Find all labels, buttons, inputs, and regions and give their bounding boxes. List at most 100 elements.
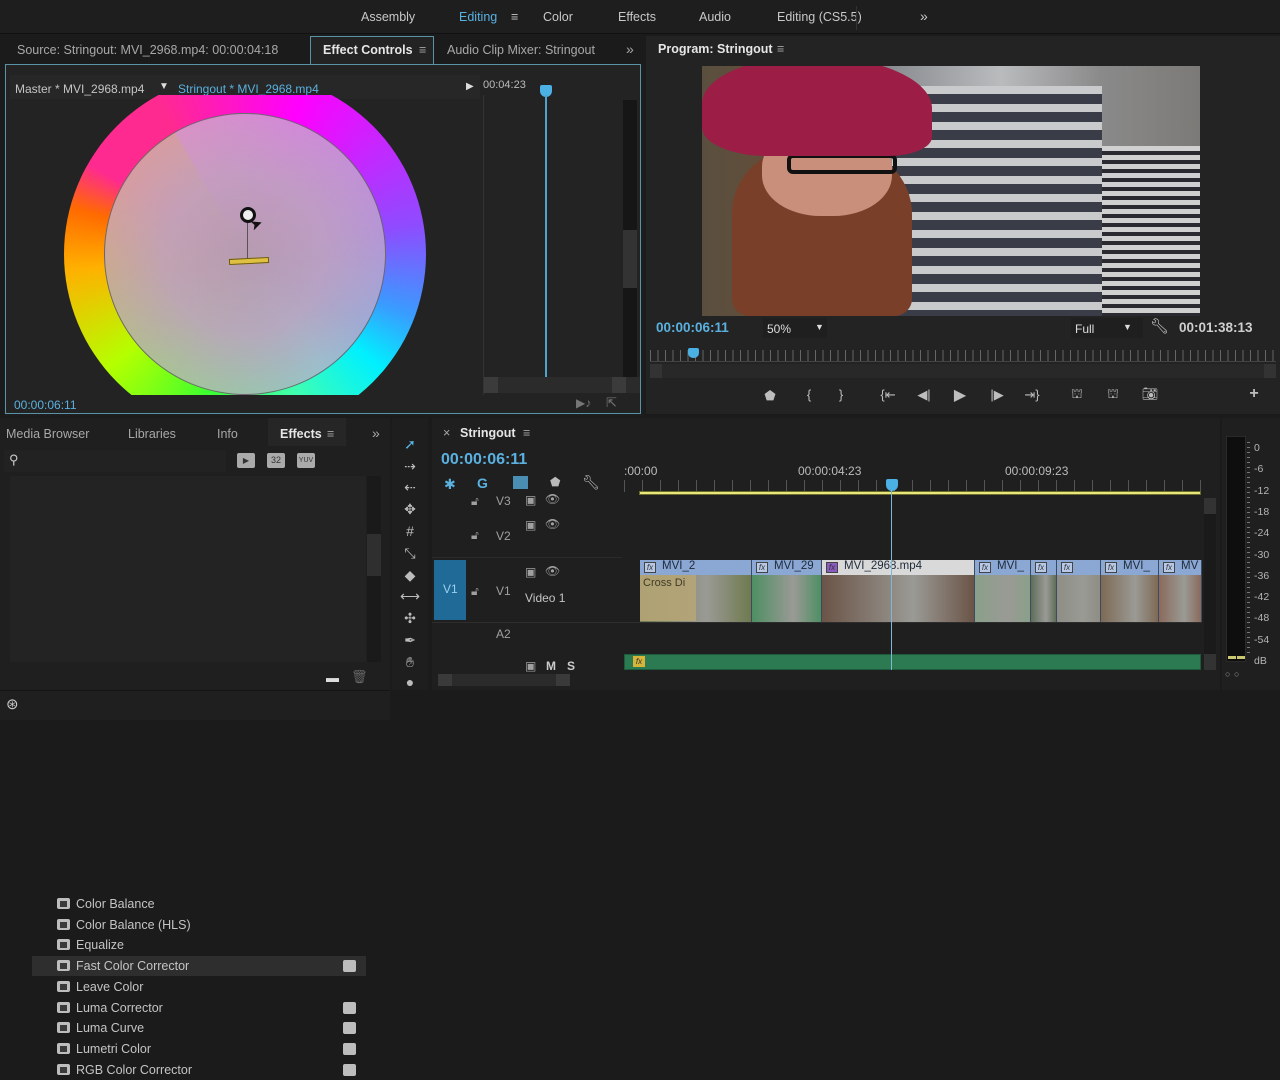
tab-stringout[interactable]: Stringout: [460, 426, 516, 440]
selection-tool-icon[interactable]: ➚: [399, 436, 421, 453]
insert-nest-icon[interactable]: [513, 476, 528, 489]
overflow-icon[interactable]: »: [372, 425, 380, 441]
creative-cloud-icon[interactable]: ⊛: [6, 695, 19, 713]
go-to-in-icon[interactable]: {⇤: [878, 387, 898, 403]
timeline-playhead[interactable]: [886, 479, 898, 491]
add-marker-icon[interactable]: ⬟: [550, 475, 560, 489]
extract-icon[interactable]: ⛫: [1103, 386, 1123, 404]
timeline-clip[interactable]: fx MVI_: [975, 560, 1031, 622]
effect-item[interactable]: Luma Curve: [32, 1018, 366, 1038]
mute-button[interactable]: M: [546, 659, 556, 673]
solo-button[interactable]: S: [567, 659, 575, 673]
accelerated-effects-filter-icon[interactable]: ▶: [237, 453, 255, 468]
work-area-bar[interactable]: [639, 491, 1201, 495]
track-select-backward-icon[interactable]: ⇠: [399, 479, 421, 496]
step-forward-icon[interactable]: |▶: [987, 387, 1007, 403]
effect-item[interactable]: Leave Color: [32, 977, 366, 997]
close-tab-icon[interactable]: ×: [443, 426, 450, 440]
header-scrollbar[interactable]: [438, 674, 570, 686]
new-bin-folder-icon[interactable]: ▬: [326, 670, 339, 685]
timeline-clip[interactable]: fx MV: [1159, 560, 1202, 622]
timeline-clip[interactable]: fx MVI_2968.mp4: [822, 560, 975, 622]
program-scrollbar[interactable]: [650, 364, 1276, 378]
tab-libraries[interactable]: Libraries: [128, 427, 176, 441]
pen-tool-icon[interactable]: ✒: [399, 632, 421, 649]
yuv-filter-icon[interactable]: YUV: [297, 453, 315, 468]
step-back-icon[interactable]: ◀|: [914, 387, 934, 403]
audio-clip[interactable]: fx: [624, 654, 1201, 670]
sync-lock-icon[interactable]: ▣: [525, 565, 536, 579]
timeline-clip[interactable]: fx: [1031, 560, 1057, 622]
panel-menu-icon[interactable]: ≡: [777, 42, 784, 56]
tab-media-browser[interactable]: Media Browser: [6, 427, 89, 441]
overflow-icon[interactable]: »: [626, 41, 634, 57]
tab-effect-controls[interactable]: Effect Controls ≡: [310, 36, 434, 66]
go-to-out-icon[interactable]: ⇥}: [1022, 387, 1042, 403]
tab-info[interactable]: Info: [217, 427, 238, 441]
tab-source[interactable]: Source: Stringout: MVI_2968.mp4: 00:00:0…: [17, 43, 278, 57]
video-frame[interactable]: [702, 66, 1200, 316]
timeline-clip[interactable]: fx MVI_: [1101, 560, 1159, 622]
ec-scrollbar[interactable]: [623, 100, 637, 380]
panel-menu-icon[interactable]: ≡: [327, 427, 334, 441]
color-wheel[interactable]: ➤: [64, 95, 426, 395]
lock-icon[interactable]: 🔓︎: [471, 528, 479, 543]
timeline-clip[interactable]: fx: [1057, 560, 1101, 622]
rolling-edit-icon[interactable]: #: [399, 523, 421, 539]
lift-icon[interactable]: ⛫: [1067, 386, 1087, 404]
panel-menu-icon[interactable]: ≡: [523, 426, 530, 440]
eye-icon[interactable]: 👁︎: [545, 564, 560, 578]
lock-icon[interactable]: 🔓︎: [471, 494, 479, 509]
rate-stretch-icon[interactable]: ⤡: [399, 545, 421, 562]
effect-item[interactable]: Luma Corrector: [32, 998, 366, 1018]
effect-item[interactable]: Color Balance (HLS): [32, 915, 366, 935]
workspace-effects[interactable]: Effects: [618, 10, 656, 24]
ripple-edit-icon[interactable]: ✥: [399, 501, 421, 518]
effects-search-input[interactable]: ⚲: [4, 450, 226, 472]
workspace-color[interactable]: Color: [543, 10, 573, 24]
tab-audio-clip-mixer[interactable]: Audio Clip Mixer: Stringout: [447, 43, 595, 57]
export-frame-camera-icon[interactable]: 📷︎: [1140, 386, 1160, 402]
ec-zoom-scrollbar[interactable]: [484, 377, 640, 393]
solo-right-button[interactable]: ○: [1234, 669, 1239, 679]
export-icon[interactable]: ⇱: [606, 395, 617, 411]
panel-menu-icon[interactable]: ≡: [419, 43, 426, 57]
workspace-assembly[interactable]: Assembly: [361, 10, 415, 24]
solo-left-button[interactable]: ○: [1225, 669, 1230, 679]
effect-item[interactable]: RGB Color Corrector: [32, 1060, 366, 1080]
hand-tool-icon[interactable]: ✋︎: [399, 654, 421, 671]
32bit-filter-icon[interactable]: 32: [267, 453, 285, 468]
snap-icon[interactable]: ✱: [444, 476, 456, 493]
sync-lock-icon[interactable]: ▣: [525, 493, 536, 507]
wrench-icon[interactable]: 🔧︎: [1150, 317, 1169, 335]
source-patch-v1[interactable]: V1: [434, 560, 466, 620]
resolution-select[interactable]: Full ▼: [1071, 318, 1143, 338]
workspace-editing-cs55[interactable]: Editing (CS5.5): [777, 10, 862, 24]
sync-lock-icon[interactable]: ▣: [525, 659, 536, 673]
timeline-clip[interactable]: fx MVI_29: [752, 560, 822, 622]
mark-in-icon[interactable]: {: [799, 387, 819, 402]
trash-icon[interactable]: 🗑︎: [351, 669, 368, 685]
eye-icon[interactable]: 👁︎: [545, 517, 560, 531]
expand-timeline-icon[interactable]: ▶: [466, 81, 474, 92]
program-playhead[interactable]: [687, 348, 699, 358]
workspace-overflow-icon[interactable]: »: [920, 8, 928, 24]
play-icon[interactable]: ▶: [950, 385, 970, 405]
timeline-scrollbar[interactable]: [1204, 498, 1216, 670]
add-button[interactable]: +: [1244, 385, 1264, 403]
effect-item[interactable]: Color Balance: [32, 894, 366, 914]
track-select-forward-icon[interactable]: ⇢: [399, 458, 421, 475]
effect-item[interactable]: Equalize: [32, 935, 366, 955]
timeline-timecode[interactable]: 00:00:06:11: [441, 451, 527, 469]
slip-tool-icon[interactable]: ⟷: [399, 588, 421, 605]
zoom-tool-icon[interactable]: ●: [399, 674, 421, 690]
timeline-clip[interactable]: fx MVI_2 Cross Di: [640, 560, 752, 622]
tab-effects[interactable]: Effects ≡: [268, 418, 346, 446]
add-marker-icon[interactable]: ⬟: [760, 388, 780, 404]
slide-tool-icon[interactable]: ✣: [399, 610, 421, 627]
program-ruler[interactable]: [650, 350, 1276, 362]
effects-scrollbar[interactable]: [367, 476, 381, 662]
workspace-editing[interactable]: Editing: [459, 10, 497, 24]
effect-item[interactable]: Lumetri Color: [32, 1039, 366, 1059]
master-clip-label[interactable]: Master * MVI_2968.mp4: [15, 82, 144, 96]
